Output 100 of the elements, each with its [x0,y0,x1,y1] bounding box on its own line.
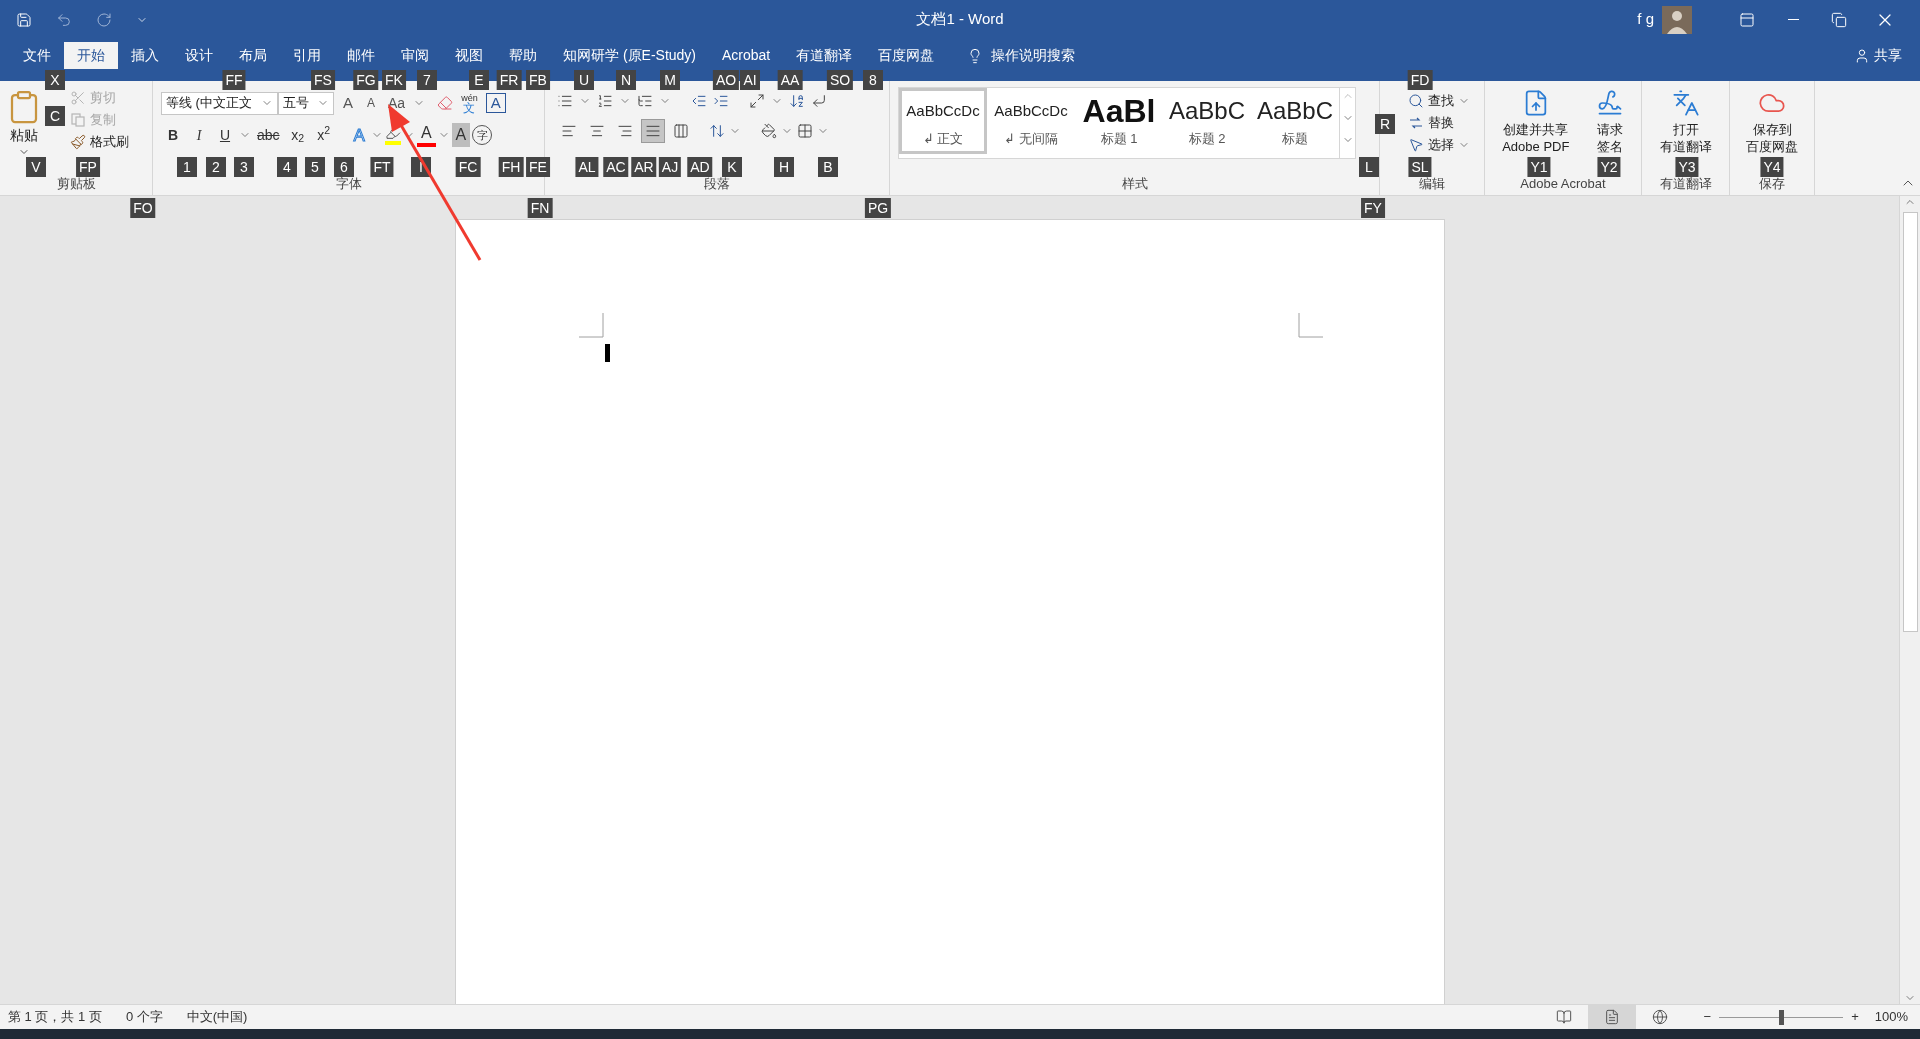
keytip-badge: K [722,157,742,177]
align-button[interactable] [641,119,665,143]
ribbon-tab[interactable]: 知网研学 (原E-Study) [550,42,709,69]
character-border-button[interactable]: A [485,93,506,113]
tell-me-search[interactable]: 操作说明搜索 [959,42,1084,69]
addin-button[interactable]: 创建并共享 Adobe PDF [1502,85,1570,155]
style-item[interactable]: AaBbC 标题 [1251,88,1339,154]
group-label: 样式 [1121,175,1148,194]
editing-button[interactable]: 查找 [1408,90,1470,112]
style-item[interactable]: AaBl 标题 1 [1075,88,1163,154]
group-label: 编辑 [1419,175,1445,194]
zoom-level: 100% [1874,1008,1908,1027]
keytip-badge: FK [382,70,406,90]
undo-icon [56,11,72,28]
change-case-button[interactable]: Aa [384,91,410,115]
font-color-button[interactable]: A [416,123,436,147]
globe-icon [1651,1009,1668,1025]
keytip-badge: AJ [658,157,682,177]
ribbon-tab[interactable]: 开始 [64,42,118,69]
page-icon [1603,1009,1620,1025]
clipboard-button[interactable]: 格式刷 [70,131,129,153]
format-button[interactable]: B [161,123,185,147]
group-label: 段落 [704,175,730,194]
group-label: Adobe Acrobat [1520,175,1606,194]
format-button[interactable]: x$_{2}$ [285,123,310,147]
format-button[interactable]: U [213,123,237,147]
keytip-badge: FN [527,198,553,218]
translate-icon [1671,89,1700,117]
keytip-badge: 2 [206,157,226,177]
avatar-icon [1662,5,1692,34]
font-size-dropdown[interactable]: 五号 [278,91,334,115]
style-item[interactable]: AaBbCcDc ↲ 无间隔 [987,88,1075,154]
redo-icon [96,11,112,28]
format-button[interactable]: abc [253,123,284,147]
font-name-dropdown[interactable]: 等线 (中文正文 [161,91,278,115]
ribbon-tab[interactable]: 百度网盘 [865,42,948,69]
keytip-badge: E [469,70,489,90]
keytip-badge: 5 [305,157,325,177]
keytip-badge: SO [826,70,854,90]
keytip-badge: U [574,70,594,90]
share-button[interactable]: 共享 [1846,42,1910,69]
person-icon [1854,47,1870,64]
ribbon-tab[interactable]: 审阅 [388,42,442,69]
window-title: 文档1 - Word [916,9,1004,30]
ribbon-tab[interactable]: 布局 [226,42,280,69]
ribbon-tab[interactable]: 帮助 [496,42,550,69]
pinyin-button[interactable]: wén 文 [457,93,482,113]
editing-button[interactable]: 替换 [1408,112,1470,134]
zoom-slider-thumb[interactable] [1779,1009,1785,1025]
view-button[interactable] [1587,1005,1636,1029]
align-icon [673,123,689,139]
highlight-color-bar [384,141,401,145]
keytip-badge: Y4 [1760,157,1784,177]
keytip-badge: FD [1407,70,1433,90]
keytip-badge: FC [455,157,481,177]
ribbon-tab[interactable]: 设计 [172,42,226,69]
ribbon-tab[interactable]: 引用 [280,42,334,69]
style-item[interactable]: AaBbC 标题 2 [1163,88,1251,154]
addin-button[interactable]: 保存到 百度网盘 [1746,85,1798,155]
addin-button[interactable]: 请求 签名 [1595,85,1624,155]
search-icon [1408,93,1424,109]
zoom-in-button[interactable]: + [1847,1007,1863,1027]
user-name: f g [1637,9,1654,30]
keytip-badge: 1 [177,157,197,177]
ribbon-tab[interactable]: 文件 [10,42,64,69]
ribbon-tab[interactable]: 有道翻译 [783,42,866,69]
ribbon-tab[interactable]: Acrobat [709,42,784,69]
word-count: 0 个字 [125,1008,163,1027]
ribbon-tab[interactable]: 插入 [118,42,172,69]
format-button[interactable]: I [187,123,211,147]
ribbon-display-icon [1739,11,1755,28]
sort-icon [789,93,805,109]
multilevel-list-icon [637,93,653,109]
editing-button[interactable]: 选择 [1408,134,1470,156]
shrink-font-button[interactable]: A [362,91,381,115]
shading-button[interactable]: A [451,123,471,147]
keytip-badge: AL [575,157,599,177]
keytip-badge: 8 [863,70,883,90]
style-item[interactable]: AaBbCcDc ↲ 正文 [899,88,987,154]
paragraph-mark-icon [811,93,827,109]
text-cursor [604,344,610,362]
keytip-badge: AA [777,70,803,90]
keytip-badge: AD [687,157,713,177]
keytip-badge: Y2 [1597,157,1621,177]
zoom-out-button[interactable]: − [1699,1007,1716,1027]
addin-button[interactable]: 打开 有道翻译 [1659,85,1712,155]
keytip-badge: L [1359,157,1379,177]
scrollbar-thumb[interactable] [1902,212,1918,632]
keytip-badge: N [616,70,636,90]
ribbon-tab[interactable]: 视图 [442,42,496,69]
keytip-badge: AR [631,157,657,177]
group-label: 保存 [1759,175,1785,194]
ribbon-tab[interactable]: 邮件 [334,42,388,69]
decrease-indent-icon [691,93,707,109]
grow-font-button[interactable]: A [338,91,358,115]
align-icon [589,123,605,139]
scissors-icon [70,90,86,106]
paintbrush-icon [70,134,86,150]
keytip-badge: M [660,70,680,90]
format-button[interactable]: x$^{2}$ [311,123,336,147]
